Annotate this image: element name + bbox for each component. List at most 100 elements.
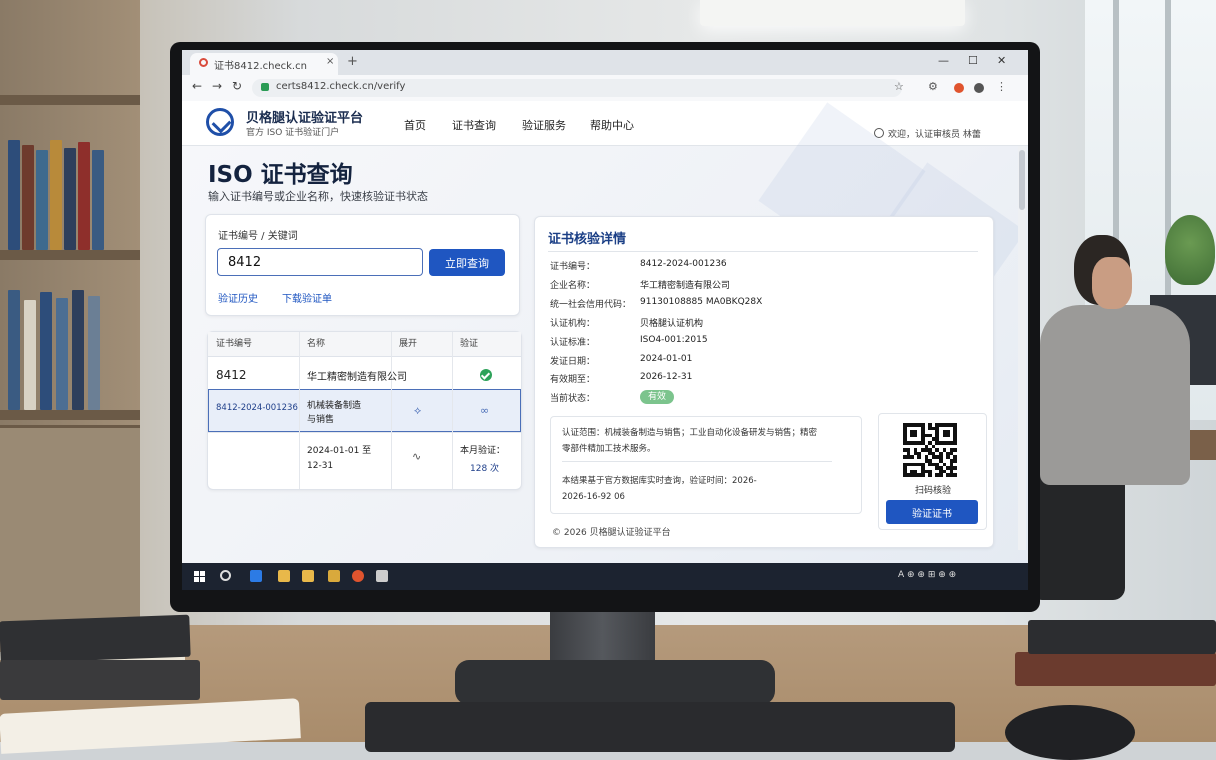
field-label: 统一社会信用代码： [550,300,632,310]
qr-module [953,441,957,445]
link-icon[interactable]: ∞ [480,404,489,417]
browser-tab-bar: 证书8412.check.cn × + — ☐ ✕ [182,50,1028,75]
field-value: 华工精密制造有限公司 [640,281,731,291]
scrollbar-thumb[interactable] [1019,150,1025,210]
column-header-verify: 验证 [452,332,521,357]
url-text: certs8412.check.cn/verify [276,81,406,92]
welcome-text: 欢迎，认证审核员 林蕾 [888,130,981,140]
menu-icon[interactable]: ⋮ [996,80,1007,93]
qr-module [921,473,925,477]
folder-icon[interactable] [302,570,314,582]
table-cell-date: 12-31 [307,461,334,471]
bookmark-star-icon[interactable]: ☆ [894,80,904,93]
profile-icon[interactable] [974,83,984,93]
result-text: 2026-16-92 06 [562,492,625,502]
field-value: 贝格腿认证机构 [640,319,704,329]
field-value: 91130108885 MA0BKQ28X [640,297,763,307]
column-header-name: 名称 [299,332,391,357]
system-tray[interactable]: A ⊕ ⊕ ⊞ ⊕ ⊕ [898,570,956,580]
field-label: 认证机构： [550,319,596,329]
brand-subtitle: 官方 ISO 证书验证门户 [246,128,340,138]
table-cell-id[interactable]: 8412 [208,368,247,382]
search-icon[interactable] [220,570,231,581]
book [0,660,200,700]
back-icon[interactable]: ← [192,79,202,93]
files-icon[interactable] [328,570,340,582]
verify-history-link[interactable]: 验证历史 [218,290,258,305]
reload-icon[interactable]: ↻ [232,79,242,93]
field-value: ISO4-001:2015 [640,335,708,345]
qr-module [953,466,957,470]
field-label: 当前状态： [550,394,596,404]
qr-module [910,455,914,459]
nav-home[interactable]: 首页 [404,117,426,133]
browser-toolbar: ← → ↻ certs8412.check.cn/verify ☆ ⚙ ⋮ [182,75,1028,102]
chrome-icon[interactable] [352,570,364,582]
qr-module [946,433,950,438]
forward-icon[interactable]: → [212,79,222,93]
address-bar[interactable]: certs8412.check.cn/verify [252,79,902,97]
monitor-stand-base [455,660,775,705]
close-window-button[interactable]: ✕ [997,54,1006,67]
field-label: 证书编号： [550,262,596,272]
search-input[interactable] [217,248,423,276]
mouse [1005,705,1135,760]
windows-start-icon[interactable] [194,571,205,582]
browser-tab[interactable]: 证书8412.check.cn × [190,53,338,75]
logo-icon[interactable] [206,108,234,136]
valid-check-icon [480,369,492,381]
user-welcome[interactable]: 欢迎，认证审核员 林蕾 [874,127,981,140]
nav-help-center[interactable]: 帮助中心 [590,117,634,133]
taskbar: A ⊕ ⊕ ⊞ ⊕ ⊕ [182,563,1028,590]
field-label: 认证标准： [550,338,596,348]
expand-icon[interactable]: ⟡ [414,404,421,418]
nav-verify-service[interactable]: 验证服务 [522,117,566,133]
field-label: 发证日期： [550,357,596,367]
table-cell-date: 2024-01-01 至 [307,446,372,456]
table-cell-id[interactable]: 8412-2024-001236 [208,403,298,413]
edge-icon[interactable] [250,570,262,582]
results-table: 证书编号 名称 展开 验证 8412 华工精密制造有限公司 8412-2024-… [207,331,522,490]
qr-module [939,473,943,477]
nav-certificate-query[interactable]: 证书查询 [452,117,496,133]
qr-module [917,455,921,459]
book [1015,652,1216,686]
lock-icon [261,83,269,91]
table-cell-name: 与销售 [307,415,335,425]
maximize-button[interactable]: ☐ [968,54,978,67]
extension-icon[interactable] [954,83,964,93]
ceiling-light [700,0,965,26]
field-value: 8412-2024-001236 [640,259,727,269]
monitor-screen: 证书8412.check.cn × + — ☐ ✕ ← → ↻ certs841… [182,50,1028,590]
download-verification-link[interactable]: 下载验证单 [282,290,332,305]
verify-certificate-button[interactable]: 验证证书 [886,500,978,524]
field-label: 有效期至： [550,375,596,385]
qr-code[interactable] [903,423,957,477]
qr-module [928,473,932,477]
column-header-id: 证书编号 [208,332,299,357]
extensions-icon[interactable]: ⚙ [928,80,938,93]
book [1028,620,1216,654]
page-title: ISO 证书查询 [208,162,353,188]
brand-name[interactable]: 贝格腿认证验证平台 [246,107,363,126]
folder-icon[interactable] [278,570,290,582]
result-text: 本结果基于官方数据库实时查询，验证时间：2026- [562,476,757,486]
keyboard [365,702,955,752]
qr-label: 扫码核验 [915,486,952,496]
minimize-button[interactable]: — [938,54,949,67]
signature-icon: ∿ [412,450,422,463]
app-icon[interactable] [376,570,388,582]
status-badge: 有效 [640,390,675,404]
divider [548,251,978,252]
tab-close-icon[interactable]: × [326,56,334,67]
scope-text: 认证范围：机械装备制造与销售；工业自动化设备研发与销售；精密 [562,428,818,438]
field-label: 企业名称： [550,281,596,291]
qr-module [953,448,957,452]
tab-title: 证书8412.check.cn [214,61,307,72]
details-title: 证书核验详情 [548,232,627,247]
cabinet [0,425,140,638]
search-button[interactable]: 立即查询 [429,249,505,276]
table-cell-count: 128 次 [470,464,500,474]
new-tab-button[interactable]: + [347,54,358,69]
field-value: 2026-12-31 [640,372,693,382]
